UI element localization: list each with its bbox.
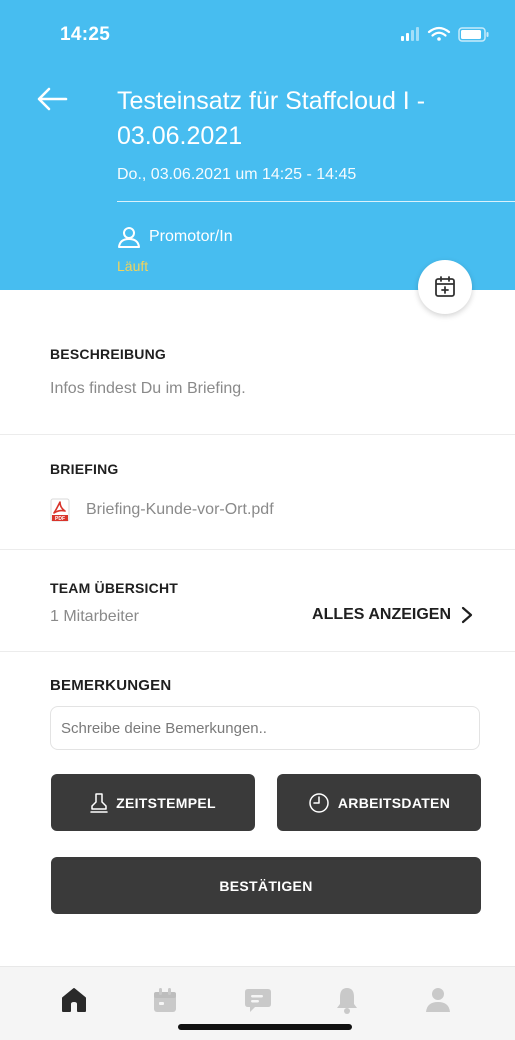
svg-text:PDF: PDF xyxy=(55,516,65,522)
timestamp-label: ZEITSTEMPEL xyxy=(116,794,216,811)
section-divider xyxy=(0,434,515,435)
role-label: Promotor/In xyxy=(149,228,233,245)
timestamp-button[interactable]: ZEITSTEMPEL xyxy=(51,774,255,831)
status-bar: 14:25 xyxy=(0,0,515,70)
chevron-right-icon xyxy=(461,606,473,624)
person-icon xyxy=(118,227,140,248)
battery-icon xyxy=(458,27,489,42)
status-time: 14:25 xyxy=(60,24,111,45)
description-text: Infos findest Du im Briefing. xyxy=(50,380,246,397)
event-header: 14:25 Testeinsatz für Staffcloud I - 03.… xyxy=(0,0,515,290)
briefing-file-link[interactable]: PDF Briefing-Kunde-vor-Ort.pdf xyxy=(50,496,274,524)
confirm-label: BESTÄTIGEN xyxy=(219,877,313,894)
home-indicator xyxy=(178,1024,352,1030)
profile-icon[interactable] xyxy=(423,985,453,1015)
calendar-add-icon xyxy=(435,276,455,297)
event-datetime: Do., 03.06.2021 um 14:25 - 14:45 xyxy=(117,166,357,183)
home-icon[interactable] xyxy=(59,985,89,1015)
remarks-heading: BEMERKUNGEN xyxy=(50,677,172,694)
workdata-label: ARBEITSDATEN xyxy=(337,794,451,811)
event-title: Testeinsatz für Staffcloud I - 03.06.202… xyxy=(117,87,426,150)
status-label: Läuft xyxy=(117,258,149,274)
show-all-button[interactable]: ALLES ANZEIGEN xyxy=(312,606,473,624)
signal-icon xyxy=(401,27,419,41)
workdata-button[interactable]: ARBEITSDATEN xyxy=(277,774,481,831)
chat-icon[interactable] xyxy=(243,985,273,1015)
section-divider xyxy=(0,549,515,550)
description-heading: BESCHREIBUNG xyxy=(50,346,166,362)
back-arrow-icon[interactable] xyxy=(36,86,68,112)
briefing-heading: BRIEFING xyxy=(50,461,119,477)
clock-icon xyxy=(309,792,329,813)
header-divider xyxy=(117,201,515,202)
calendar-icon[interactable] xyxy=(150,985,180,1015)
pdf-icon: PDF xyxy=(50,498,70,522)
show-all-label: ALLES ANZEIGEN xyxy=(312,606,451,623)
stamp-icon xyxy=(90,792,108,813)
briefing-file-name: Briefing-Kunde-vor-Ort.pdf xyxy=(86,501,274,518)
bell-icon[interactable] xyxy=(332,985,362,1015)
add-to-calendar-button[interactable] xyxy=(418,260,472,314)
remarks-input[interactable] xyxy=(50,706,480,750)
role-row: Promotor/In xyxy=(117,225,233,249)
status-icons xyxy=(401,24,493,44)
section-divider xyxy=(0,651,515,652)
wifi-icon xyxy=(427,26,451,41)
team-heading: TEAM ÜBERSICHT xyxy=(50,580,179,596)
confirm-button[interactable]: BESTÄTIGEN xyxy=(51,857,481,914)
team-count: 1 Mitarbeiter xyxy=(50,608,139,625)
